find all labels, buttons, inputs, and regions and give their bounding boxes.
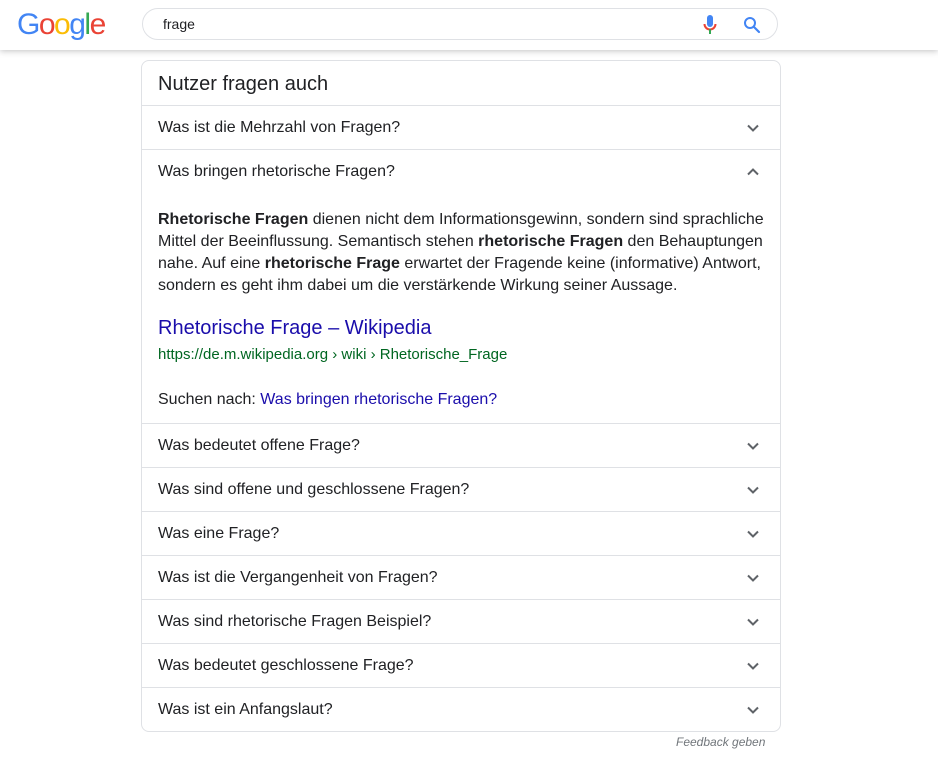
google-logo[interactable]: Google <box>17 8 107 42</box>
answer-bold: rhetorische Fragen <box>478 233 624 250</box>
source-link[interactable]: Rhetorische Frage – Wikipedia <box>158 317 431 340</box>
chevron-down-icon <box>747 530 759 538</box>
question-text: Was bedeutet offene Frage? <box>158 437 360 454</box>
question-row[interactable]: Was eine Frage? <box>142 511 780 556</box>
search-input[interactable] <box>163 9 683 39</box>
feedback-link[interactable]: Feedback geben <box>676 735 765 749</box>
chevron-down-icon <box>747 618 759 626</box>
answer-bold: Rhetorische Fragen <box>158 211 309 228</box>
question-row[interactable]: Was sind rhetorische Fragen Beispiel? <box>142 599 780 644</box>
question-text: Was ist die Vergangenheit von Fragen? <box>158 569 438 586</box>
logo-letter: o <box>38 8 56 41</box>
question-row[interactable]: Was bedeutet geschlossene Frage? <box>142 643 780 688</box>
logo-letter: e <box>89 8 107 41</box>
source-url: https://de.m.wikipedia.org › wiki › Rhet… <box>158 346 508 363</box>
search-for-link[interactable]: Was bringen rhetorische Fragen? <box>260 391 497 408</box>
question-row[interactable]: Was bedeutet offene Frage? <box>142 423 780 468</box>
panel-title: Nutzer fragen auch <box>158 73 329 95</box>
chevron-down-icon <box>747 706 759 714</box>
chevron-down-icon <box>747 662 759 670</box>
question-text: Was bringen rhetorische Fragen? <box>158 163 395 180</box>
microphone-icon[interactable] <box>703 15 717 35</box>
logo-letter: g <box>69 8 86 41</box>
question-row[interactable]: Was ist die Mehrzahl von Fragen? <box>142 105 780 150</box>
answer-snippet: Rhetorische Fragen dienen nicht dem Info… <box>158 209 768 297</box>
chevron-down-icon <box>747 124 759 132</box>
question-text: Was ist die Mehrzahl von Fragen? <box>158 119 401 136</box>
chevron-down-icon <box>747 574 759 582</box>
answer-bold: rhetorische Frage <box>264 255 400 272</box>
search-for-line: Suchen nach: Was bringen rhetorische Fra… <box>158 391 497 409</box>
search-box <box>142 8 778 40</box>
question-text: Was eine Frage? <box>158 525 280 542</box>
question-text: Was ist ein Anfangslaut? <box>158 701 333 718</box>
question-row[interactable]: Was sind offene und geschlossene Fragen? <box>142 467 780 512</box>
question-text: Was sind offene und geschlossene Fragen? <box>158 481 470 498</box>
question-text: Was bedeutet geschlossene Frage? <box>158 657 414 674</box>
question-row-expanded[interactable]: Was bringen rhetorische Fragen? <box>142 149 780 194</box>
search-icon[interactable] <box>743 16 761 34</box>
chevron-down-icon <box>747 442 759 450</box>
people-also-ask-panel: Nutzer fragen auch Was ist die Mehrzahl … <box>141 60 781 732</box>
question-row[interactable]: Was ist ein Anfangslaut? <box>142 687 780 732</box>
search-for-label: Suchen nach: <box>158 391 261 408</box>
question-text: Was sind rhetorische Fragen Beispiel? <box>158 613 432 630</box>
logo-letter: G <box>17 8 40 41</box>
chevron-down-icon <box>747 486 759 494</box>
chevron-up-icon <box>747 168 759 176</box>
logo-letter: o <box>54 8 71 41</box>
header-bar: Google <box>0 0 938 50</box>
question-row[interactable]: Was ist die Vergangenheit von Fragen? <box>142 555 780 600</box>
